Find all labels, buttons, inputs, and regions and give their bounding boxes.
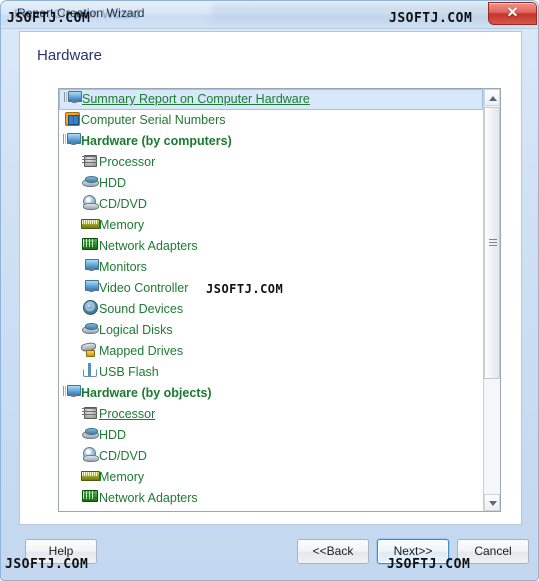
list-item[interactable]: Computer Serial Numbers: [59, 110, 483, 131]
list-item[interactable]: Summary Report on Computer Hardware: [59, 89, 483, 110]
optical-drive-icon: [81, 447, 99, 463]
list-item-label: Mapped Drives: [99, 344, 184, 358]
list-item-label: USB Flash: [99, 365, 159, 379]
close-button[interactable]: ✕: [488, 2, 537, 25]
list-item[interactable]: Hardware (by computers): [59, 131, 483, 152]
watermark-top-right: JSOFTJ.COM: [389, 11, 473, 26]
cpu-icon: [81, 405, 99, 421]
list-item-label: Logical Disks: [99, 323, 173, 337]
list-item[interactable]: HDD: [59, 425, 483, 446]
memory-icon: [81, 216, 100, 232]
list-item-label: Memory: [99, 218, 145, 232]
watermark-top-left: JSOFTJ.COM: [7, 11, 91, 26]
page-title: Hardware: [37, 47, 103, 64]
mapped-drive-icon: [81, 342, 99, 358]
close-icon: ✕: [506, 4, 519, 20]
list-item-label: Processor: [99, 155, 156, 169]
windows-icon: [63, 111, 81, 127]
list-item[interactable]: Hardware (by objects): [59, 383, 483, 404]
network-bars-icon: [63, 134, 66, 144]
list-item[interactable]: Network Adapters: [59, 488, 483, 509]
cpu-icon: [81, 153, 99, 169]
list-item[interactable]: USB Flash: [59, 362, 483, 383]
list-item-label: Network Adapters: [99, 239, 198, 253]
list-item[interactable]: HDD: [59, 173, 483, 194]
scrollbar-thumb[interactable]: [484, 107, 500, 379]
list-item[interactable]: Monitors: [59, 257, 483, 278]
vertical-scrollbar[interactable]: [483, 89, 500, 511]
list-item[interactable]: Processor: [59, 404, 483, 425]
monitor-network-icon: [64, 90, 82, 106]
list-item-label: Processor: [99, 407, 156, 421]
list-item[interactable]: CD/DVD: [59, 446, 483, 467]
list-item[interactable]: Sound Devices: [59, 299, 483, 320]
scrollbar-grip-icon: [489, 239, 497, 247]
list-item[interactable]: Network Adapters: [59, 236, 483, 257]
usb-icon: [81, 363, 99, 379]
network-card-icon: [81, 489, 99, 505]
monitor-network-icon: [63, 132, 81, 148]
watermark-bottom-right: JSOFTJ.COM: [387, 557, 471, 572]
monitor-icon: [81, 279, 99, 295]
list-item[interactable]: Mapped Drives: [59, 341, 483, 362]
list-item-label: Hardware (by objects): [81, 386, 212, 400]
list-item[interactable]: Memory: [59, 215, 483, 236]
title-bar-background-blur: [211, 4, 531, 26]
speaker-icon: [81, 300, 99, 316]
list-item-label: Video Controller: [99, 281, 189, 295]
memory-icon: [81, 468, 100, 484]
list-item-label: Sound Devices: [99, 302, 184, 316]
scroll-down-button[interactable]: [484, 494, 500, 511]
monitor-icon: [81, 258, 99, 274]
network-bars-icon: [63, 386, 66, 396]
report-template-listbox[interactable]: Summary Report on Computer Hardware Compu…: [58, 88, 501, 512]
scroll-down-arrow-icon: [489, 501, 497, 506]
list-item-label: Computer Serial Numbers: [81, 113, 226, 127]
list-item-label: CD/DVD: [99, 197, 147, 211]
back-button[interactable]: <<Back: [297, 539, 369, 564]
list-item-label: Monitors: [99, 260, 147, 274]
list-scroll-port: Summary Report on Computer Hardware Compu…: [59, 89, 483, 511]
list-item-label: Summary Report on Computer Hardware: [82, 92, 310, 106]
network-card-icon: [81, 237, 99, 253]
scroll-up-button[interactable]: [484, 89, 500, 106]
list-item-label: HDD: [99, 428, 127, 442]
list-item-label: CD/DVD: [99, 449, 147, 463]
wizard-page-panel: Hardware Summary Report on Computer Hard…: [19, 31, 522, 525]
network-bars-icon: [64, 92, 67, 102]
watermark-center: JSOFTJ.COM: [206, 282, 284, 296]
monitor-network-icon: [63, 384, 81, 400]
optical-drive-icon: [81, 195, 99, 211]
report-creation-wizard-window: Report Creation Wizard Report Creation W…: [0, 0, 539, 581]
list-item[interactable]: Processor: [59, 152, 483, 173]
list-item-label: Hardware (by computers): [81, 134, 232, 148]
list-item-label: Memory: [99, 470, 145, 484]
list-item[interactable]: Memory: [59, 467, 483, 488]
list-item[interactable]: CD/DVD: [59, 194, 483, 215]
hard-disk-icon: [81, 174, 99, 190]
list-item-label: Network Adapters: [99, 491, 198, 505]
list-item[interactable]: Logical Disks: [59, 320, 483, 341]
watermark-bottom-left: JSOFTJ.COM: [5, 557, 89, 572]
hard-disk-icon: [81, 426, 99, 442]
scroll-up-arrow-icon: [489, 96, 497, 101]
list-item-label: HDD: [99, 176, 127, 190]
hard-disk-icon: [81, 321, 99, 337]
